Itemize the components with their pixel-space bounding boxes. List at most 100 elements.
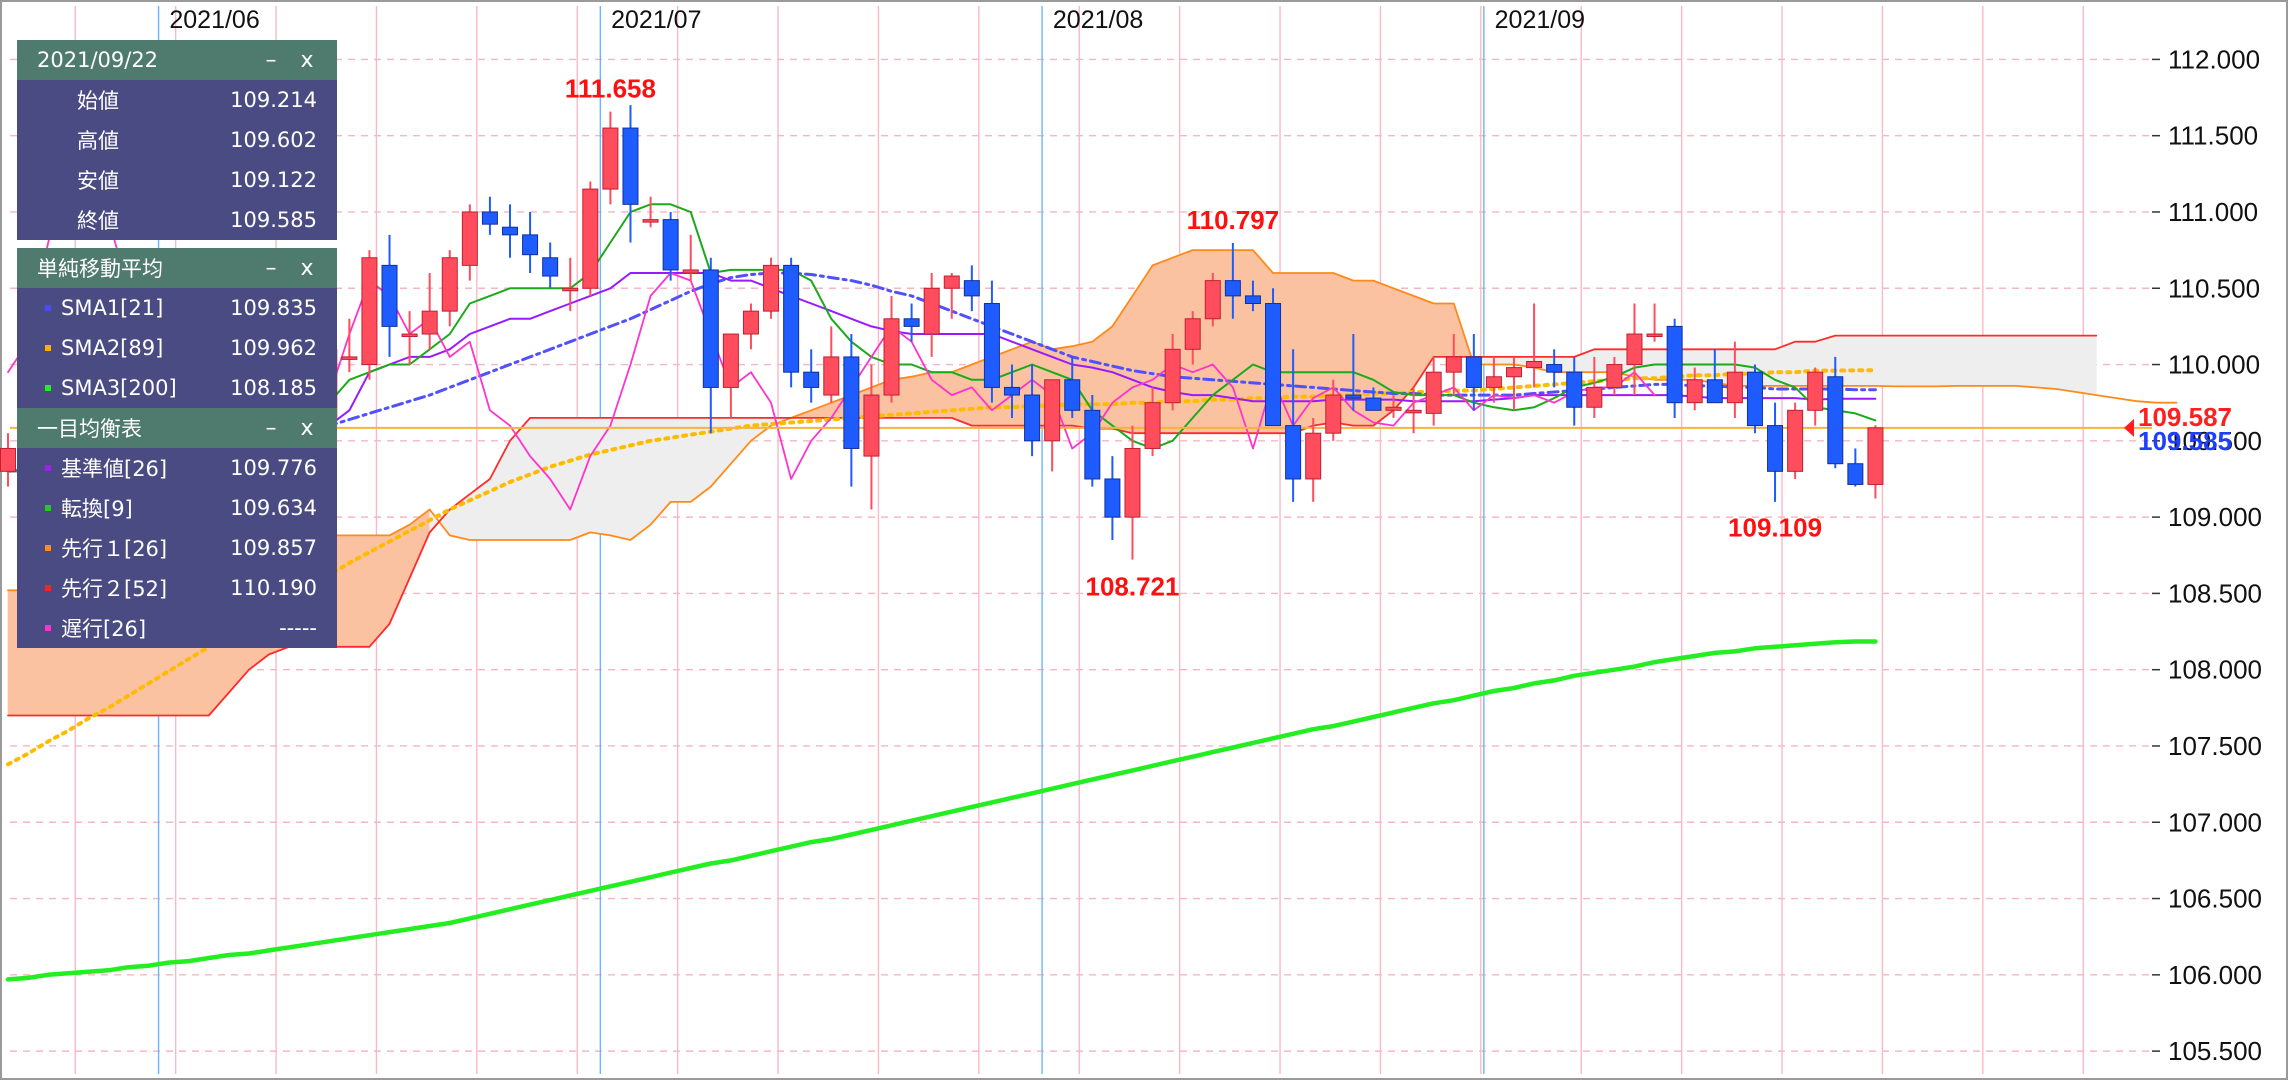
minimize-button[interactable]: – [253,256,289,281]
candle-body-up [642,219,659,223]
kumo-segment [590,417,611,536]
candle-body-down [481,211,498,225]
y-tick-label: 107.500 [2168,731,2262,761]
y-tick-label: 110.000 [2168,350,2260,380]
candle-body-up [1646,333,1663,338]
candle-body-down [381,264,398,327]
candle-body-up [1445,356,1462,373]
candle-body-down [783,264,800,373]
ichimoku-panel: 一目均衡表 – x 基準値[26] 109.776 転換[9] 109.634 … [17,408,337,648]
candle-body-up [1425,371,1442,414]
candle-body-down [1024,394,1041,442]
y-tick-label: 106.000 [2168,960,2262,990]
kumo-segment [2015,335,2037,388]
candle-body-up [722,333,739,388]
candle-body-down [522,234,539,256]
candle-body-down [622,127,639,205]
candle-body-down [1666,325,1683,404]
y-tick-label: 111.000 [2168,197,2258,227]
kumo-segment [1493,356,1515,365]
candle-body-up [1325,394,1342,434]
candle-body-down [1365,397,1382,411]
candle-body-down [1104,478,1121,518]
candle-body-up [1204,280,1221,320]
ichimoku-row: 基準値[26] 109.776 [17,448,337,488]
kumo-segment [1935,335,1957,387]
candle-body-down [1767,425,1784,472]
ohlc-date: 2021/09/22 [37,48,159,72]
candle-body-down [963,280,980,297]
ohlc-value: 109.122 [230,168,317,192]
candle-body-down [1546,364,1563,373]
y-tick-label: 110.500 [2168,273,2260,303]
candle-body-up [441,257,458,312]
candle-body-up [1164,348,1181,404]
close-button[interactable]: x [289,416,325,441]
sma2-legend-swatch [45,345,51,351]
kumo-segment [1212,249,1234,434]
candle-body-up [361,257,378,366]
candle-body-up [1385,406,1402,411]
candle-body-down [1244,295,1261,305]
kumo-segment [2055,335,2077,393]
candle-body-up [1044,379,1061,442]
candle-body-up [923,287,940,335]
kumo-segment [630,417,651,541]
candle-body-up [341,356,358,360]
ohlc-row-close: 終値 109.585 [17,200,337,240]
sma-value: 109.835 [230,296,317,320]
y-tick-label: 111.500 [2168,121,2258,151]
price-chart[interactable]: 112.000 111.500 111.000 110.500 110.000 109.5… [0,0,2288,1080]
y-tick-label: 106.500 [2168,884,2262,914]
kumo-segment [1694,348,1716,384]
ichimoku-row: 遅行[26] ----- [17,608,337,648]
kumo-segment [1875,335,1896,387]
sma1-legend-swatch [45,305,51,311]
sma-value: 108.185 [230,376,317,400]
kumo-segment [1895,335,1916,387]
candle-body-up [602,127,619,190]
ohlc-value: 109.602 [230,128,317,152]
close-button[interactable]: x [289,48,325,73]
sma-panel-title: 単純移動平均 [37,257,163,281]
kumo-segment [1975,335,1997,387]
tenkan-legend-swatch [45,505,51,511]
ohlc-value: 109.585 [230,208,317,232]
candle-body-up [682,269,699,274]
candle-body-up [582,188,599,289]
kumo-segment [569,417,591,541]
extreme-price-label: 108.721 [1085,572,1179,602]
candle-body-up [1124,447,1141,518]
y-tick-label: 105.500 [2168,1036,2262,1066]
ichimoku-row: 先行１[26] 109.857 [17,528,337,568]
ichimoku-value: 109.857 [230,536,317,560]
sma-row: SMA2[89] 109.962 [17,328,337,368]
candle-body-up [461,211,478,266]
minimize-button[interactable]: – [253,48,289,73]
extreme-price-label: 110.797 [1187,205,1280,235]
minimize-button[interactable]: – [253,416,289,441]
chart-stage: 112.000 111.500 111.000 110.500 110.000 109.5… [0,0,2288,1080]
candle-body-up [1485,376,1502,388]
x-month-label: 2021/07 [611,6,701,34]
candle-body-down [1847,463,1864,485]
candle-body-down [843,356,860,449]
sma-panel-header: 単純移動平均 – x [17,248,337,288]
candle-body-up [1606,364,1623,388]
candle-body-up [1305,432,1322,480]
candle-body-down [1224,280,1241,297]
candle-body-up [763,264,780,312]
candle-body-down [542,257,559,277]
candle-body-down [1265,303,1282,427]
sma-row: SMA1[21] 109.835 [17,288,337,328]
candle-body-down [1345,394,1362,399]
candle-body-down [983,303,1000,388]
ohlc-row-open: 始値 109.214 [17,80,337,120]
close-button[interactable]: x [289,256,325,281]
ichimoku-label: 基準値[26] [61,457,168,481]
kumo-segment [1995,335,2017,387]
y-tick-label: 107.000 [2168,807,2262,837]
ichimoku-row: 転換[9] 109.634 [17,488,337,528]
kumo-segment [1855,335,1876,387]
kumo-segment [1433,303,1455,358]
